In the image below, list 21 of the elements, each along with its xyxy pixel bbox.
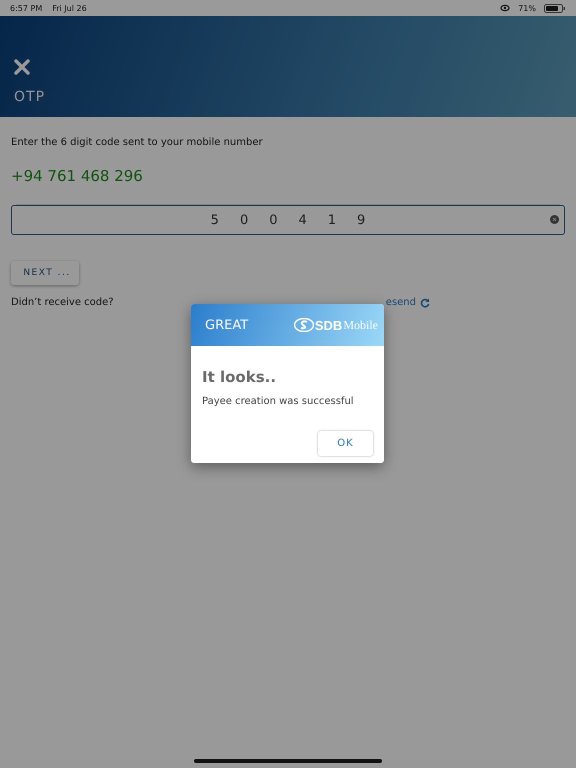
- dialog-message: Payee creation was successful: [202, 396, 355, 407]
- swirl-logo-icon: [294, 318, 314, 332]
- resend-prompt: Didn’t receive code?: [11, 297, 114, 308]
- resend-link[interactable]: esend: [386, 297, 416, 308]
- refresh-icon[interactable]: [420, 298, 430, 308]
- dialog-title: It looks..: [202, 368, 278, 386]
- phone-number: +94 761 468 296: [11, 167, 144, 185]
- logo-suffix: Mobile: [343, 318, 378, 332]
- page-title: OTP: [14, 89, 46, 105]
- otp-input-field[interactable]: 500419: [11, 205, 565, 235]
- logo-text: SDB: [314, 318, 342, 332]
- ok-button[interactable]: OK: [318, 431, 373, 456]
- instruction-text: Enter the 6 digit code sent to your mobile number: [11, 137, 264, 148]
- next-button[interactable]: NEXT ...: [11, 261, 79, 285]
- battery-icon: [544, 4, 566, 12]
- battery-percentage: 71%: [518, 4, 536, 12]
- status-time: 6:57 PM: [10, 4, 42, 12]
- clear-icon[interactable]: [550, 215, 559, 224]
- status-date: Fri Jul 26: [52, 4, 87, 12]
- close-icon[interactable]: [14, 59, 30, 75]
- dialog-header-title: GREAT: [205, 318, 248, 332]
